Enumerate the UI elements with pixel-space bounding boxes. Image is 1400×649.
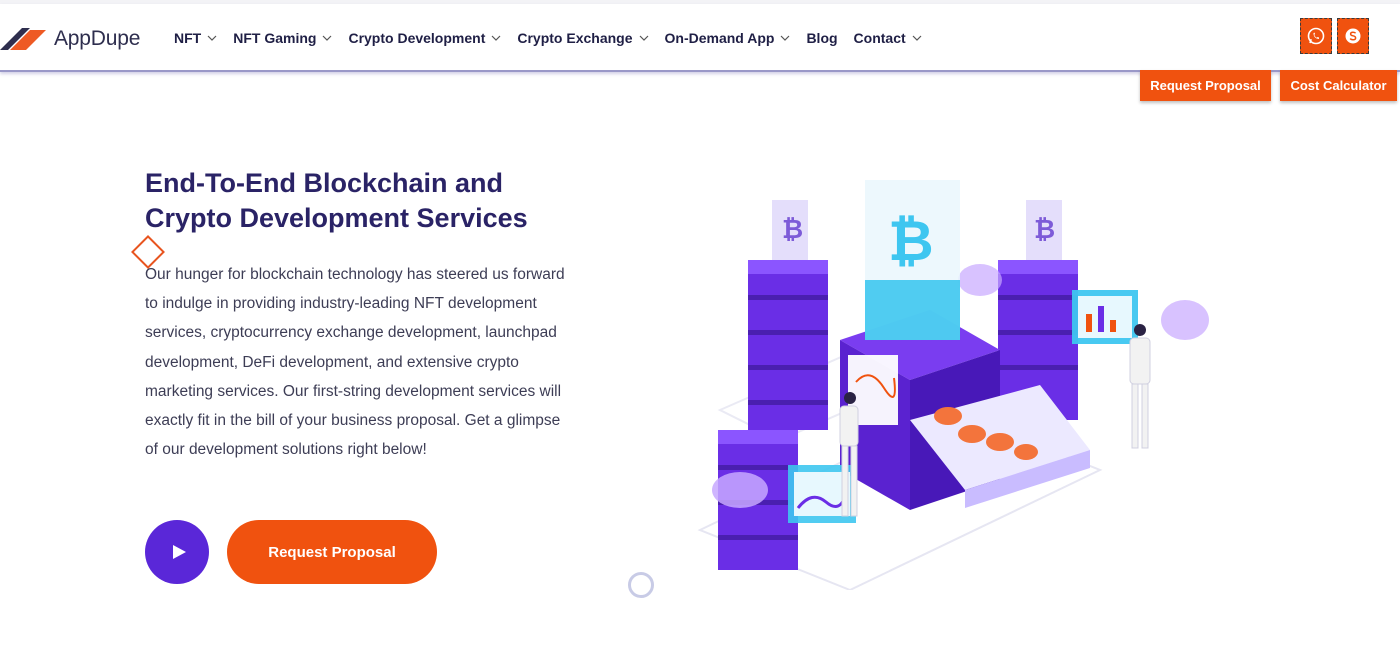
chevron-down-icon (912, 35, 922, 41)
nav-item-label: Contact (853, 30, 906, 46)
cost-calculator-button[interactable]: Cost Calculator (1280, 70, 1397, 101)
nav-item-label: Crypto Development (348, 30, 486, 46)
nav-item-crypto-development[interactable]: Crypto Development (348, 30, 501, 46)
brand-logo[interactable]: AppDupe (0, 24, 140, 54)
skype-icon (1345, 28, 1361, 44)
nav-item-label: Blog (806, 30, 838, 46)
chevron-down-icon (323, 35, 332, 41)
site-header: AppDupe NFT NFT Gaming Crypto Developmen… (0, 4, 1400, 72)
nav-item-nft-gaming[interactable]: NFT Gaming (233, 30, 332, 46)
lower-left-server-stack (712, 430, 798, 570)
svg-text:₿: ₿ (782, 215, 803, 245)
nav-item-blog[interactable]: Blog (806, 30, 837, 46)
chevron-down-icon (491, 35, 501, 41)
svg-text:₿: ₿ (1034, 215, 1055, 245)
chevron-down-icon (207, 35, 217, 41)
hero-title-line-1: End-To-End Blockchain and (145, 168, 504, 198)
blockchain-illustration: ₿ ₿ ₿ (697, 180, 1209, 590)
play-video-button[interactable] (145, 520, 209, 584)
hero-description: Our hunger for blockchain technology has… (145, 266, 565, 459)
nav-item-label: NFT Gaming (233, 30, 317, 46)
chevron-down-icon (639, 35, 648, 41)
nav-item-nft[interactable]: NFT (174, 30, 217, 46)
chevron-down-icon (781, 35, 790, 41)
decorative-ring (628, 572, 654, 598)
hero-request-proposal-button[interactable]: Request Proposal (227, 520, 437, 584)
brand-name: AppDupe (54, 27, 141, 50)
appdupe-logo-icon (0, 28, 46, 50)
skype-button[interactable] (1337, 18, 1369, 54)
nav-item-label: NFT (174, 30, 202, 46)
play-icon (172, 545, 186, 559)
header-request-proposal-button[interactable]: Request Proposal (1140, 70, 1271, 101)
hero-title-line-2: Crypto Development Services (145, 203, 528, 233)
nav-item-label: Crypto Exchange (517, 30, 633, 46)
whatsapp-icon (1307, 27, 1325, 45)
nav-item-crypto-exchange[interactable]: Crypto Exchange (517, 30, 648, 46)
main-nav: NFT NFT Gaming Crypto Development Crypto… (174, 4, 938, 72)
left-server-stack: ₿ (748, 200, 828, 430)
whatsapp-button[interactable] (1300, 18, 1332, 54)
hero-title: End-To-End Blockchain and Crypto Develop… (145, 166, 605, 236)
nav-item-label: On-Demand App (664, 30, 775, 46)
nav-item-contact[interactable]: Contact (854, 30, 922, 46)
nav-item-on-demand-app[interactable]: On-Demand App (665, 30, 791, 46)
svg-text:₿: ₿ (888, 209, 934, 274)
